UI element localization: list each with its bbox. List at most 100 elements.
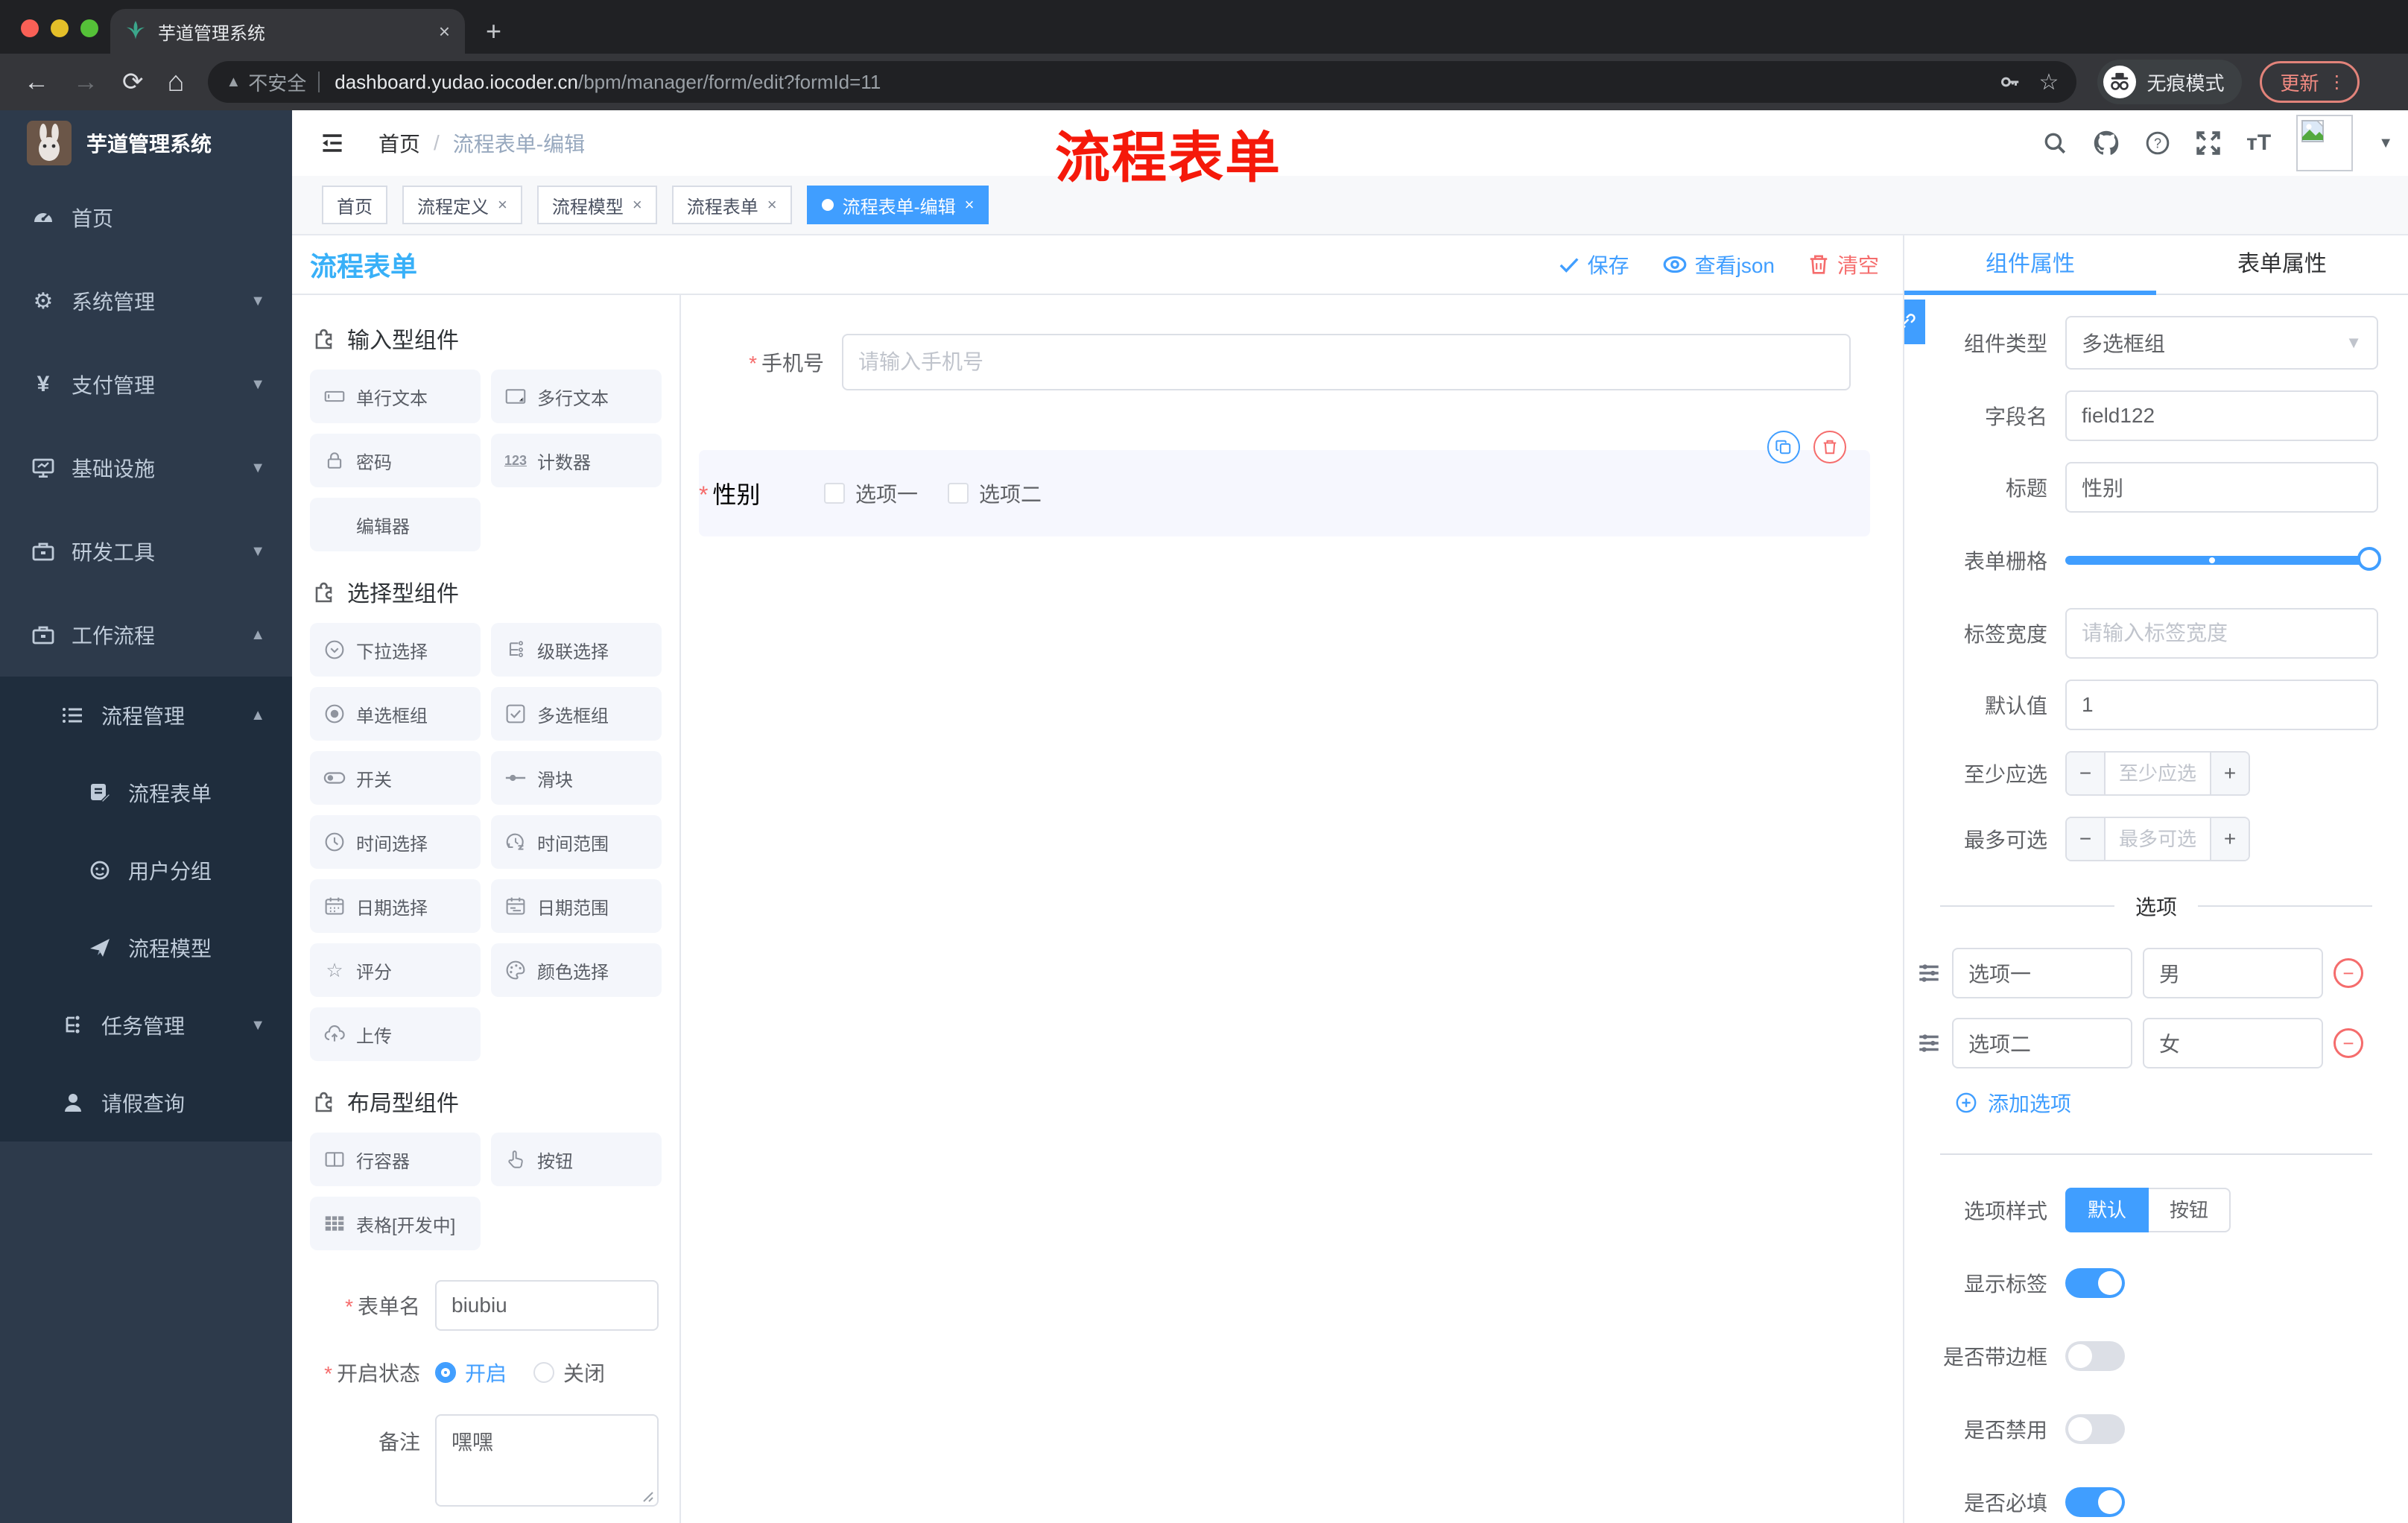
minimize-window-button[interactable] — [51, 19, 69, 37]
phone-input[interactable] — [842, 334, 1851, 390]
sidebar-item-task-mgmt[interactable]: 任务管理 ▼ — [0, 987, 292, 1064]
component-checkbox-group[interactable]: 多选框组 — [491, 687, 662, 741]
increase-button[interactable]: + — [2210, 753, 2249, 794]
slider-track[interactable] — [2065, 547, 2381, 571]
component-table-dev[interactable]: 表格[开发中] — [310, 1197, 481, 1250]
label-width-input[interactable] — [2065, 608, 2378, 659]
form-name-input[interactable] — [435, 1280, 659, 1331]
option1-value-input[interactable] — [2143, 948, 2323, 998]
title-input[interactable] — [2065, 462, 2378, 513]
component-password[interactable]: 密码 — [310, 434, 481, 487]
sidebar-collapse-icon[interactable] — [319, 130, 346, 156]
checkbox-icon[interactable] — [948, 483, 969, 504]
component-type-select[interactable]: 多选框组 ▼ — [2065, 316, 2378, 370]
component-radio-group[interactable]: 单选框组 — [310, 687, 481, 741]
window-controls[interactable] — [21, 19, 98, 37]
drag-handle-icon[interactable] — [1916, 960, 1942, 986]
back-icon[interactable]: ← — [24, 68, 49, 97]
reload-icon[interactable]: ⟳ — [122, 67, 144, 97]
form-grid-slider[interactable] — [2065, 533, 2381, 587]
close-tag-icon[interactable]: × — [767, 195, 777, 215]
tag-process-definition[interactable]: 流程定义 × — [402, 186, 522, 224]
close-tag-icon[interactable]: × — [965, 195, 975, 215]
github-icon[interactable] — [2093, 130, 2120, 156]
copy-component-button[interactable] — [1767, 431, 1800, 463]
sidebar-item-system[interactable]: ⚙ 系统管理 ▼ — [0, 259, 292, 343]
close-tab-icon[interactable]: × — [439, 20, 450, 43]
increase-button[interactable]: + — [2210, 818, 2249, 860]
resize-handle-icon[interactable] — [642, 1491, 654, 1503]
option2-value-input[interactable] — [2143, 1018, 2323, 1068]
form-canvas[interactable]: *手机号 *性别 选项一 选项二 — [681, 295, 1903, 1523]
component-slider[interactable]: 滑块 — [491, 751, 662, 805]
address-bar[interactable]: ▲ 不安全 dashboard.yudao.iocoder.cn /bpm/ma… — [208, 61, 2077, 103]
add-option-button[interactable]: 添加选项 — [1955, 1088, 2408, 1118]
status-radio-on[interactable]: 开启 — [435, 1358, 507, 1387]
component-row-container[interactable]: 行容器 — [310, 1133, 481, 1186]
decrease-button[interactable]: − — [2067, 818, 2106, 860]
component-color-picker[interactable]: 颜色选择 — [491, 943, 662, 997]
form-remark-textarea[interactable]: 嘿嘿 — [435, 1414, 659, 1507]
browser-tab[interactable]: 芋道管理系统 × — [110, 9, 465, 54]
password-key-icon[interactable] — [1999, 71, 2021, 93]
tag-process-form-edit[interactable]: 流程表单-编辑 × — [806, 186, 989, 224]
style-button-button[interactable]: 按钮 — [2149, 1188, 2231, 1232]
maximize-window-button[interactable] — [80, 19, 98, 37]
component-date-range[interactable]: 日期范围 — [491, 879, 662, 933]
home-icon[interactable]: ⌂ — [168, 66, 185, 98]
checkbox-icon[interactable] — [824, 483, 845, 504]
sidebar-item-process-model[interactable]: 流程模型 — [0, 909, 292, 987]
style-default-button[interactable]: 默认 — [2065, 1188, 2149, 1232]
sidebar-item-workflow[interactable]: 工作流程 ▲ — [0, 593, 292, 677]
tab-component-props[interactable]: 组件属性 — [1904, 235, 2156, 295]
component-multi-line-text[interactable]: 多行文本 — [491, 370, 662, 423]
link-icon[interactable] — [1904, 300, 1925, 344]
option2-label-input[interactable] — [1952, 1018, 2132, 1068]
security-warning-icon[interactable]: ▲ — [226, 74, 241, 91]
component-button[interactable]: 按钮 — [491, 1133, 662, 1186]
clear-button[interactable]: 清空 — [1807, 250, 1879, 279]
component-switch[interactable]: 开关 — [310, 751, 481, 805]
tag-home[interactable]: 首页 — [322, 186, 387, 224]
sidebar-item-home[interactable]: 首页 — [0, 176, 292, 259]
decrease-button[interactable]: − — [2067, 753, 2106, 794]
show-label-toggle[interactable] — [2065, 1268, 2125, 1298]
browser-update-button[interactable]: 更新 ⋮ — [2260, 61, 2360, 103]
close-window-button[interactable] — [21, 19, 39, 37]
browser-menu-icon[interactable]: ⋮ — [2328, 72, 2345, 93]
slider-thumb[interactable] — [2357, 547, 2381, 571]
gender-option2-checkbox[interactable]: 选项二 — [948, 478, 1042, 508]
forward-icon[interactable]: → — [73, 68, 98, 97]
drag-handle-icon[interactable] — [1916, 1030, 1942, 1056]
font-size-icon[interactable]: тT — [2246, 130, 2271, 156]
tab-form-props[interactable]: 表单属性 — [2156, 235, 2408, 294]
min-select-input[interactable] — [2106, 753, 2210, 794]
avatar-caret-icon[interactable]: ▼ — [2378, 135, 2393, 152]
avatar[interactable] — [2296, 115, 2354, 171]
view-json-button[interactable]: 查看json — [1662, 250, 1775, 279]
save-button[interactable]: 保存 — [1558, 250, 1629, 279]
close-tag-icon[interactable]: × — [633, 195, 642, 215]
sidebar-item-infra[interactable]: 基础设施 ▼ — [0, 426, 292, 510]
default-value-input[interactable] — [2065, 680, 2378, 730]
sidebar-item-process-form[interactable]: 流程表单 — [0, 754, 292, 832]
search-icon[interactable] — [2042, 130, 2068, 156]
component-time-picker[interactable]: 时间选择 — [310, 815, 481, 869]
breadcrumb-home[interactable]: 首页 — [378, 128, 420, 158]
close-tag-icon[interactable]: × — [498, 195, 507, 215]
status-radio-off[interactable]: 关闭 — [533, 1358, 605, 1387]
remove-option-button[interactable]: − — [2333, 1028, 2363, 1058]
component-time-range[interactable]: 时间范围 — [491, 815, 662, 869]
max-select-input[interactable] — [2106, 818, 2210, 860]
option1-label-input[interactable] — [1952, 948, 2132, 998]
component-single-line-text[interactable]: 单行文本 — [310, 370, 481, 423]
sidebar-item-user-group[interactable]: 用户分组 — [0, 832, 292, 909]
bookmark-star-icon[interactable]: ☆ — [2039, 69, 2059, 95]
component-dropdown[interactable]: 下拉选择 — [310, 623, 481, 677]
help-icon[interactable]: ? — [2145, 130, 2170, 156]
with-border-toggle[interactable] — [2065, 1341, 2125, 1371]
field-name-input[interactable] — [2065, 390, 2378, 441]
disabled-toggle[interactable] — [2065, 1414, 2125, 1444]
component-editor[interactable]: 编辑器 — [310, 498, 481, 551]
component-counter[interactable]: 123 计数器 — [491, 434, 662, 487]
